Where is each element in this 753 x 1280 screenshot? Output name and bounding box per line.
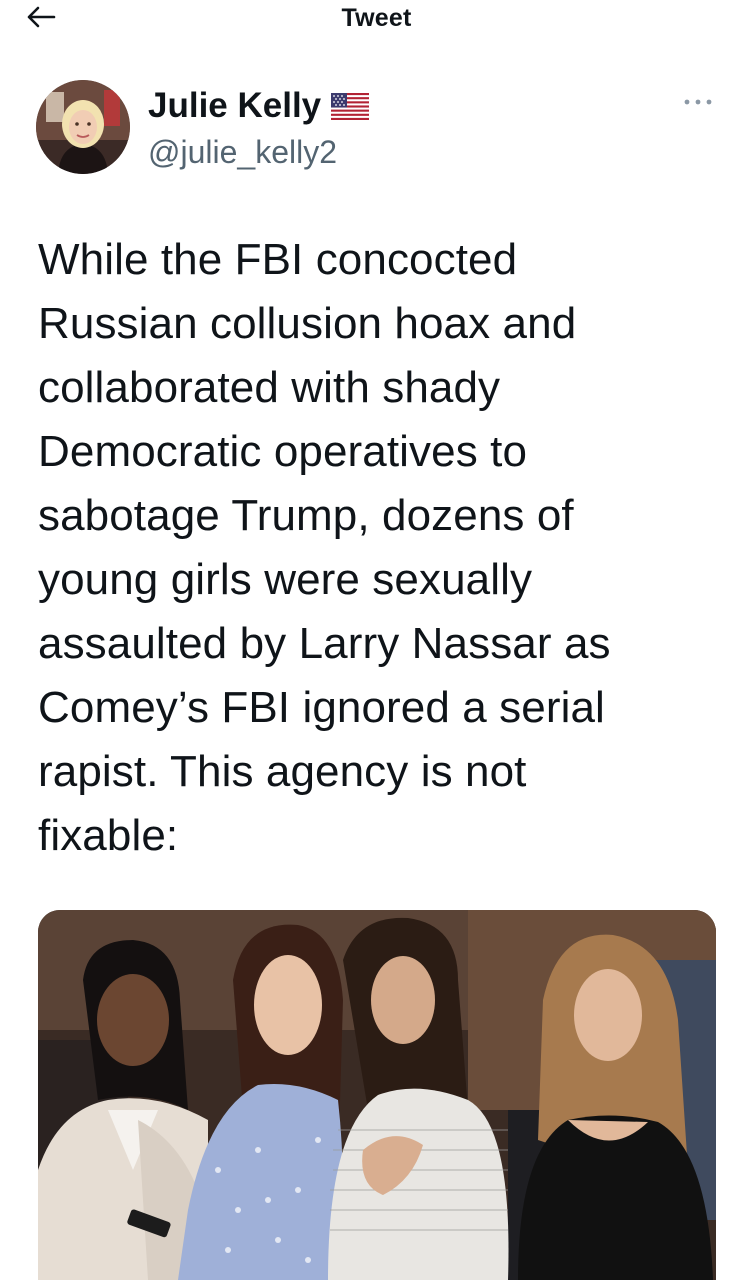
more-button[interactable] (678, 90, 718, 114)
tweet-photo[interactable] (38, 910, 716, 1280)
us-flag-icon (331, 92, 370, 120)
more-horizontal-icon (683, 93, 713, 111)
tweet-author: Julie Kelly @julie_kelly2 (36, 80, 726, 180)
avatar[interactable] (36, 80, 130, 174)
page-title: Tweet (341, 4, 412, 32)
top-bar: Tweet (0, 0, 753, 40)
author-handle[interactable]: @julie_kelly2 (148, 134, 337, 171)
author-name[interactable]: Julie Kelly (148, 86, 321, 126)
tweet-text: While the FBI concocted Russian collusio… (38, 235, 611, 860)
author-name-row: Julie Kelly (148, 86, 370, 126)
